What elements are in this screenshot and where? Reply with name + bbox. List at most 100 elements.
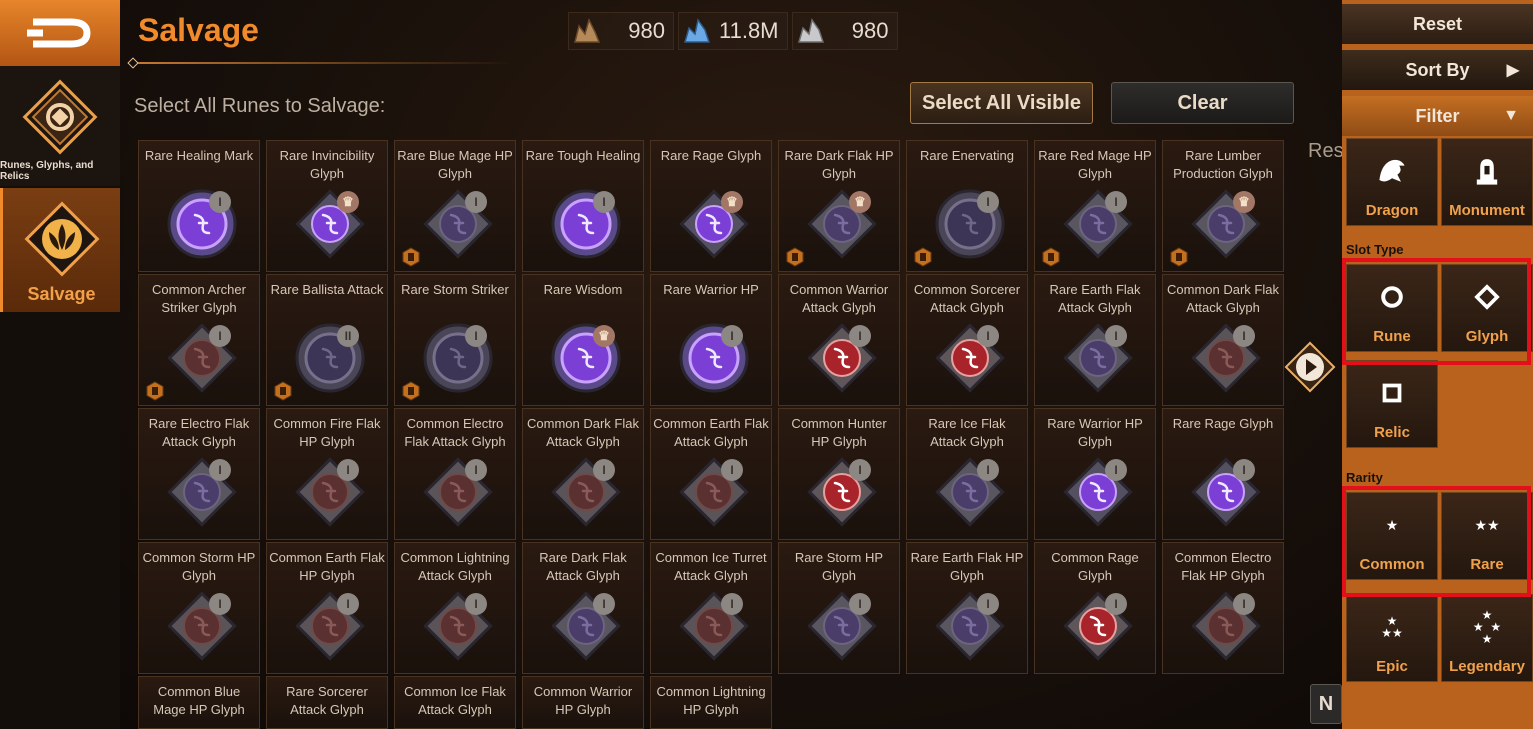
left-nav: Runes, Glyphs, and Relics Salvage <box>0 0 120 729</box>
item-name: Common Blue Mage HP Glyph <box>153 684 245 717</box>
partial-button[interactable]: N <box>1310 684 1342 724</box>
tier-badge-icon: I <box>849 459 871 481</box>
salvage-item-card[interactable]: Common Ice Turret Attack Glyph I <box>650 542 772 674</box>
item-name: Rare Ice Flak Attack Glyph <box>928 416 1006 449</box>
tier-badge-icon: I <box>209 191 231 213</box>
play-triangle-icon: ▶ <box>1506 62 1519 79</box>
tier-badge-icon: I <box>721 459 743 481</box>
sort-by-button[interactable]: Sort By ▶ <box>1342 50 1533 90</box>
item-name: Common Rage Glyph <box>1051 550 1139 583</box>
item-name: Rare Red Mage HP Glyph <box>1038 148 1152 181</box>
salvage-item-card[interactable]: Rare Rage Glyph ♛ <box>650 140 772 272</box>
silver-crystal-icon <box>797 18 824 43</box>
currency-silver-value: 980 <box>851 18 889 43</box>
salvage-tab-icon <box>21 198 103 280</box>
item-name: Rare Sorcerer Attack Glyph <box>286 684 368 717</box>
salvage-item-card[interactable]: Common Lightning Attack Glyph I <box>394 542 516 674</box>
salvage-item-card[interactable]: Rare Storm HP Glyph I <box>778 542 900 674</box>
filter-relic-label: Relic <box>1374 424 1410 441</box>
salvage-item-card[interactable]: Common Rage Glyph I <box>1034 542 1156 674</box>
salvage-item-card[interactable]: Rare Invincibility Glyph ♛ <box>266 140 388 272</box>
salvage-item-card[interactable]: Rare Healing Mark I <box>138 140 260 272</box>
sort-by-label: Sort By <box>1405 59 1470 80</box>
tier-badge-icon: I <box>465 459 487 481</box>
salvage-item-card[interactable]: Common Hunter HP Glyph I <box>778 408 900 540</box>
four-stars-icon: ★ ★ ★ ★ <box>1472 608 1502 646</box>
salvage-item-card[interactable]: Rare Ice Flak Attack Glyph I <box>906 408 1028 540</box>
reset-label: Reset <box>1412 13 1463 34</box>
item-name: Rare Dark Flak Attack Glyph <box>539 550 627 583</box>
salvage-item-card[interactable]: Rare Warrior HP I <box>650 274 772 406</box>
item-name: Common Fire Flak HP Glyph <box>273 416 381 449</box>
salvage-item-card[interactable]: Common Electro Flak HP Glyph I <box>1162 542 1284 674</box>
salvage-item-card[interactable]: Rare Ballista Attack II <box>266 274 388 406</box>
salvage-item-card[interactable]: Common Earth Flak Attack Glyph I <box>650 408 772 540</box>
item-name: Common Hunter HP Glyph <box>791 416 887 449</box>
reset-button[interactable]: Reset <box>1342 4 1533 44</box>
salvage-item-card[interactable]: Rare Blue Mage HP Glyph I <box>394 140 516 272</box>
nav-tab-salvage[interactable]: Salvage <box>0 188 120 312</box>
tier-badge-icon: I <box>209 459 231 481</box>
next-page-arrow-icon[interactable] <box>1283 340 1337 394</box>
salvage-item-card[interactable]: Rare Dark Flak HP Glyph ♛ <box>778 140 900 272</box>
salvage-item-card[interactable]: Common Ice Flak Attack Glyph <box>394 676 516 729</box>
tier-badge-icon: I <box>977 459 999 481</box>
item-name: Common Sorcerer Attack Glyph <box>913 282 1021 315</box>
salvage-item-card[interactable]: Common Warrior HP Glyph <box>522 676 644 729</box>
salvage-item-card[interactable]: Common Storm HP Glyph I <box>138 542 260 674</box>
page-title: Salvage <box>138 12 259 48</box>
filter-epic[interactable]: ★ ★★ Epic <box>1346 594 1438 682</box>
salvage-item-card[interactable]: Common Archer Striker Glyph I <box>138 274 260 406</box>
slot-type-heading: Slot Type <box>1346 242 1404 257</box>
filter-dragon[interactable]: Dragon <box>1346 138 1438 226</box>
item-name: Rare Healing Mark <box>144 148 254 163</box>
salvage-item-card[interactable]: Common Earth Flak HP Glyph I <box>266 542 388 674</box>
salvage-item-card[interactable]: Common Dark Flak Attack Glyph I <box>522 408 644 540</box>
rarity-highlight <box>1342 486 1531 597</box>
salvage-item-card[interactable]: Common Dark Flak Attack Glyph I <box>1162 274 1284 406</box>
filter-toggle[interactable]: Filter ▼ <box>1342 96 1533 136</box>
select-all-visible-button[interactable]: Select All Visible <box>910 82 1093 124</box>
salvage-item-card[interactable]: Rare Warrior HP Glyph I <box>1034 408 1156 540</box>
salvage-item-card[interactable]: Common Blue Mage HP Glyph <box>138 676 260 729</box>
salvage-item-card[interactable]: Rare Storm Striker I <box>394 274 516 406</box>
triangle-down-icon: ▼ <box>1503 107 1519 124</box>
salvage-item-card[interactable]: Common Fire Flak HP Glyph I <box>266 408 388 540</box>
salvage-item-card[interactable]: Rare Red Mage HP Glyph I <box>1034 140 1156 272</box>
filter-relic[interactable]: Relic <box>1346 360 1438 448</box>
tier-badge-icon: I <box>209 325 231 347</box>
salvage-item-card[interactable]: Rare Electro Flak Attack Glyph I <box>138 408 260 540</box>
item-name: Common Ice Flak Attack Glyph <box>404 684 506 717</box>
salvage-item-card[interactable]: Common Sorcerer Attack Glyph I <box>906 274 1028 406</box>
salvage-item-card[interactable]: Rare Earth Flak Attack Glyph I <box>1034 274 1156 406</box>
filter-monument[interactable]: Monument <box>1441 138 1533 226</box>
back-button[interactable] <box>0 0 120 66</box>
item-name: Rare Rage Glyph <box>1172 416 1274 431</box>
tier-badge-icon: II <box>337 325 359 347</box>
salvage-item-card[interactable]: Rare Earth Flak HP Glyph I <box>906 542 1028 674</box>
tier-badge-icon: I <box>849 325 871 347</box>
nav-tab-runes-glyphs-relics[interactable]: Runes, Glyphs, and Relics <box>0 66 120 186</box>
item-name: Common Dark Flak Attack Glyph <box>527 416 639 449</box>
item-name: Common Warrior HP Glyph <box>533 684 633 717</box>
salvage-item-card[interactable]: Rare Sorcerer Attack Glyph <box>266 676 388 729</box>
tier-badge-icon: I <box>1105 459 1127 481</box>
salvage-item-card[interactable]: Common Lightning HP Glyph <box>650 676 772 729</box>
filter-legendary[interactable]: ★ ★ ★ ★ Legendary <box>1441 594 1533 682</box>
salvage-item-card[interactable]: Common Electro Flak Attack Glyph I <box>394 408 516 540</box>
item-name: Rare Wisdom <box>543 282 623 297</box>
item-name: Rare Earth Flak Attack Glyph <box>1049 282 1141 315</box>
item-name: Rare Invincibility Glyph <box>279 148 375 181</box>
tier-badge-icon: I <box>337 593 359 615</box>
salvage-item-card[interactable]: Rare Enervating I <box>906 140 1028 272</box>
salvage-item-card[interactable]: Rare Lumber Production Glyph ♛ <box>1162 140 1284 272</box>
item-name: Rare Blue Mage HP Glyph <box>397 148 513 181</box>
salvage-item-card[interactable]: Common Warrior Attack Glyph I <box>778 274 900 406</box>
salvage-item-card[interactable]: Rare Rage Glyph I <box>1162 408 1284 540</box>
salvage-item-card[interactable]: Rare Dark Flak Attack Glyph I <box>522 542 644 674</box>
salvage-item-card[interactable]: Rare Tough Healing I <box>522 140 644 272</box>
clear-button[interactable]: Clear <box>1111 82 1294 124</box>
filter-legendary-label: Legendary <box>1449 658 1525 675</box>
salvage-item-card[interactable]: Rare Wisdom ♛ <box>522 274 644 406</box>
item-name: Common Ice Turret Attack Glyph <box>655 550 767 583</box>
